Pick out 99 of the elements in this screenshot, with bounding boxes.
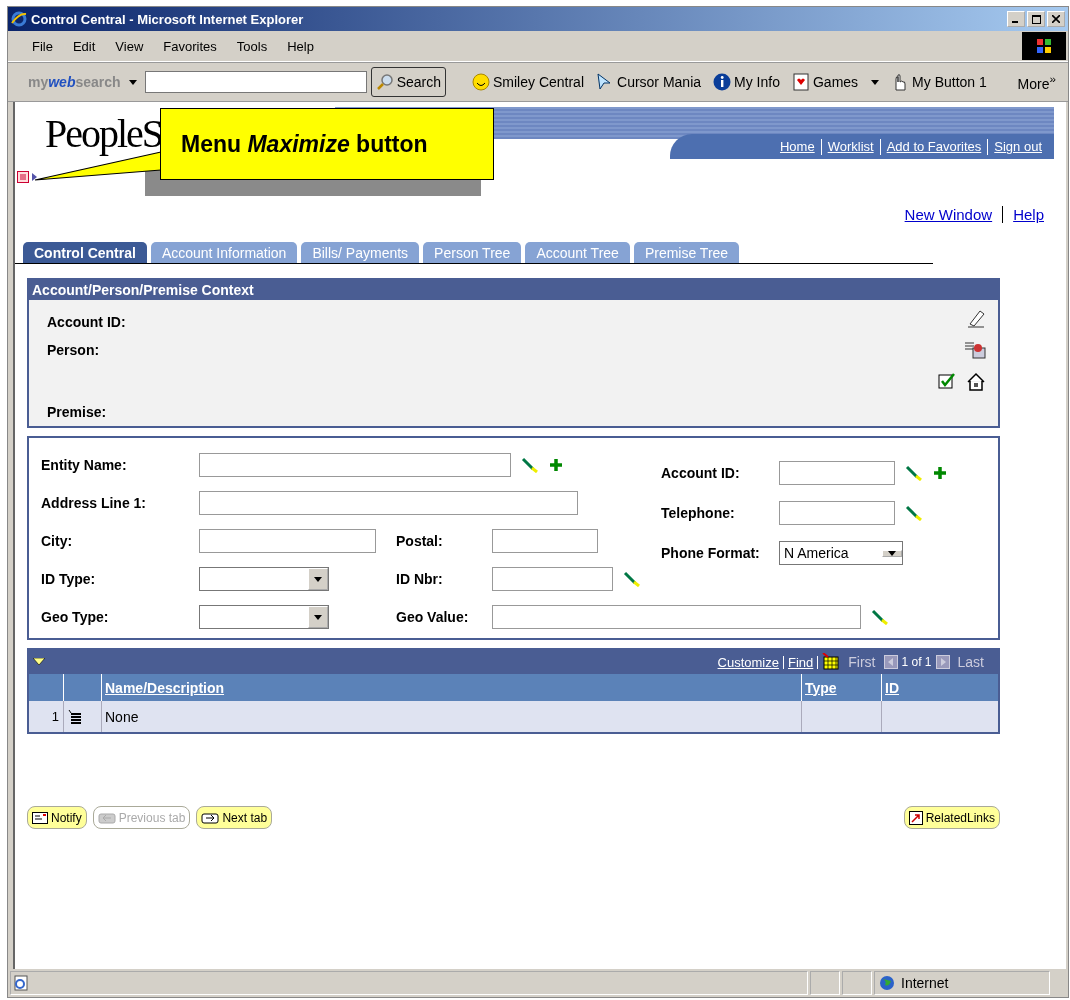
field-label: ID Nbr:	[396, 571, 444, 587]
dropdown-field[interactable]	[199, 567, 329, 591]
grid-link[interactable]: Find	[788, 654, 814, 670]
field-label: City:	[41, 533, 74, 549]
toolbar-brand: mywebsearch	[27, 74, 121, 90]
field-label: Postal:	[396, 533, 444, 549]
toolbar-item[interactable]: Smiley Central	[468, 73, 588, 91]
checkbox-icon[interactable]	[938, 372, 956, 390]
field-label: Premise:	[47, 404, 108, 420]
search-button[interactable]: Search	[370, 67, 446, 97]
header-link[interactable]: Worklist	[821, 139, 880, 154]
input-field[interactable]	[779, 461, 895, 485]
search-icon	[375, 73, 394, 91]
first-link[interactable]: First	[848, 654, 876, 670]
heart-card-icon	[791, 73, 810, 91]
top-link[interactable]: New Window	[904, 205, 993, 223]
related-links-button[interactable]: RelatedLinks	[903, 806, 1000, 829]
maximize-icon[interactable]	[1031, 14, 1041, 24]
field-label: Entity Name:	[41, 457, 128, 473]
input-field[interactable]	[199, 529, 376, 553]
table-cell: None	[102, 701, 802, 732]
note-icon	[32, 811, 48, 824]
input-field[interactable]	[199, 491, 578, 515]
field-label: Person:	[47, 342, 101, 358]
next-icon[interactable]	[935, 655, 950, 669]
field-label: Geo Value:	[396, 609, 470, 625]
link-icon	[908, 810, 923, 825]
page-button[interactable]: Next tab	[196, 806, 273, 829]
field-label: Telephone:	[661, 505, 736, 521]
callout: Menu Maximize button	[160, 108, 494, 180]
menu-item[interactable]: File	[22, 38, 63, 54]
add-icon[interactable]	[933, 466, 947, 480]
menu-maximize-icon[interactable]	[17, 171, 39, 183]
logo: PeopleS	[45, 110, 163, 157]
page-icon	[13, 975, 29, 991]
toolbar-item[interactable]: My Button 1	[887, 73, 991, 91]
house-icon[interactable]	[966, 372, 986, 392]
caret-icon	[314, 614, 322, 620]
browser-icon	[11, 11, 27, 27]
windows-logo-icon	[1035, 37, 1053, 55]
security-zone: Internet	[901, 975, 949, 991]
menu-item[interactable]: Tools	[226, 38, 278, 54]
page-button[interactable]: Notify	[27, 806, 87, 829]
edit-icon[interactable]	[966, 308, 986, 328]
toolbar-item[interactable]: Cursor Mania	[592, 73, 706, 91]
previous-icon[interactable]	[883, 655, 898, 669]
smiley-icon	[472, 73, 490, 91]
caret-icon	[314, 576, 322, 582]
input-field[interactable]	[492, 567, 613, 591]
page-count: 1 of 1	[901, 655, 932, 669]
header-link[interactable]: Home	[773, 139, 821, 154]
status-bar-panel	[842, 971, 872, 995]
last-link[interactable]: Last	[957, 654, 984, 670]
status-bar-panel	[810, 971, 840, 995]
header-link[interactable]: Add to Favorites	[880, 139, 988, 154]
lookup-icon[interactable]	[521, 457, 539, 473]
more-button[interactable]: More$^{»}$	[1017, 72, 1056, 92]
field-label: Geo Type:	[41, 609, 110, 625]
toolbar-item[interactable]: Games	[787, 73, 884, 91]
dropdown-field[interactable]: N America	[779, 541, 903, 565]
top-link[interactable]: Help	[1013, 205, 1044, 223]
caret-icon[interactable]	[128, 79, 137, 85]
field-label: ID Type:	[41, 571, 97, 587]
input-field[interactable]	[199, 453, 511, 477]
field-label: Address Line 1:	[41, 495, 148, 511]
search-field[interactable]	[144, 71, 367, 93]
toolbar-item[interactable]: My Info	[709, 73, 784, 91]
grid-link[interactable]: Customize	[717, 654, 779, 670]
caret-icon[interactable]	[871, 79, 880, 85]
window-title: Control Central - Microsoft Internet Explorer	[31, 11, 304, 27]
dropdown-field[interactable]	[199, 605, 329, 629]
lookup-icon[interactable]	[905, 505, 923, 521]
input-field[interactable]	[492, 529, 598, 553]
info-icon	[713, 73, 732, 91]
list-icon[interactable]	[67, 708, 83, 725]
menu-item[interactable]: Favorites	[153, 38, 227, 54]
menu-item[interactable]: Edit	[62, 38, 106, 54]
column-header[interactable]: ID	[882, 674, 998, 701]
input-field[interactable]	[492, 605, 861, 629]
field-label: Phone Format:	[661, 545, 761, 561]
field-label: Account ID:	[47, 314, 127, 330]
field-label: Account ID:	[661, 465, 741, 481]
header-link[interactable]: Sign out	[988, 139, 1048, 154]
close-icon[interactable]	[1052, 15, 1060, 23]
input-field[interactable]	[779, 501, 895, 525]
download-grid-icon[interactable]	[822, 653, 841, 671]
panel-title: Account/Person/Premise Context	[29, 280, 998, 300]
collapse-icon[interactable]	[33, 658, 45, 666]
lookup-icon[interactable]	[871, 609, 889, 625]
globe-icon	[879, 975, 895, 991]
person-card-icon[interactable]	[964, 340, 986, 360]
add-icon[interactable]	[549, 458, 563, 472]
caret-icon	[888, 550, 896, 556]
menu-item[interactable]: Help	[277, 38, 324, 54]
lookup-icon[interactable]	[623, 571, 641, 587]
lookup-icon[interactable]	[905, 465, 923, 481]
tab[interactable]: Control Central	[23, 242, 147, 263]
row-number: 1	[29, 701, 64, 732]
menu-item[interactable]: View	[105, 38, 154, 54]
